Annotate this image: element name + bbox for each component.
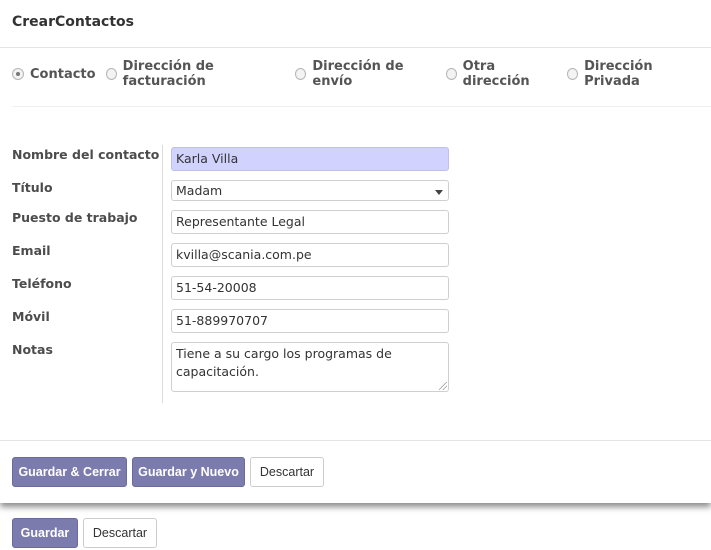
label-column-divider xyxy=(162,145,163,403)
name-label: Nombre del contacto xyxy=(12,147,160,162)
background-discard-button[interactable]: Descartar xyxy=(83,518,157,548)
footer-divider xyxy=(0,440,711,441)
name-input[interactable]: Karla Villa xyxy=(171,147,449,171)
phone-input[interactable]: 51-54-20008 xyxy=(171,276,449,300)
discard-button[interactable]: Descartar xyxy=(250,457,324,487)
dialog-title: CrearContactos xyxy=(12,14,134,30)
radio-contacto[interactable]: Contacto xyxy=(12,67,96,82)
mobile-label: Móvil xyxy=(12,309,50,324)
radio-label[interactable]: Contacto xyxy=(30,67,96,82)
radio-unchecked-icon[interactable] xyxy=(445,68,457,80)
section-divider xyxy=(12,106,711,107)
radio-label[interactable]: Dirección de facturación xyxy=(123,59,286,89)
notes-textarea[interactable]: Tiene a su cargo los programas de capaci… xyxy=(171,342,449,392)
title-select[interactable]: Madam xyxy=(171,180,449,201)
save-close-button[interactable]: Guardar & Cerrar xyxy=(12,457,127,487)
dialog-header: CrearContactos xyxy=(0,0,711,48)
radio-direccion-facturacion[interactable]: Dirección de facturación xyxy=(105,59,286,89)
email-label: Email xyxy=(12,243,51,258)
radio-otra-direccion[interactable]: Otra dirección xyxy=(445,59,557,89)
create-contact-dialog: CrearContactos Contacto Dirección de fac… xyxy=(0,0,711,503)
radio-unchecked-icon[interactable] xyxy=(295,68,307,80)
resize-handle-icon[interactable] xyxy=(439,382,447,390)
notes-text: Tiene a su cargo los programas de capaci… xyxy=(176,346,392,379)
radio-direccion-envio[interactable]: Dirección de envío xyxy=(295,59,435,89)
radio-direccion-privada[interactable]: Dirección Privada xyxy=(567,59,701,89)
background-save-button[interactable]: Guardar xyxy=(12,518,78,548)
caret-down-icon xyxy=(435,190,443,195)
contact-form: Nombre del contacto Karla Villa Título M… xyxy=(12,145,449,403)
title-label: Título xyxy=(12,180,53,195)
radio-unchecked-icon[interactable] xyxy=(105,68,117,80)
job-position-label: Puesto de trabajo xyxy=(12,210,138,225)
save-new-button[interactable]: Guardar y Nuevo xyxy=(132,457,245,487)
radio-label[interactable]: Otra dirección xyxy=(463,59,557,89)
radio-unchecked-icon[interactable] xyxy=(567,68,579,80)
notes-label: Notas xyxy=(12,342,53,357)
job-position-input[interactable]: Representante Legal xyxy=(171,210,449,234)
title-select-value: Madam xyxy=(176,183,223,198)
email-input[interactable]: kvilla@scania.com.pe xyxy=(171,243,449,267)
background-form-footer: Guardar Descartar xyxy=(0,503,711,550)
radio-checked-icon[interactable] xyxy=(12,68,24,80)
address-type-radio-group: Contacto Dirección de facturación Direcc… xyxy=(12,59,711,89)
phone-label: Teléfono xyxy=(12,276,72,291)
radio-label[interactable]: Dirección Privada xyxy=(584,59,701,89)
radio-label[interactable]: Dirección de envío xyxy=(312,59,435,89)
mobile-input[interactable]: 51-889970707 xyxy=(171,309,449,333)
